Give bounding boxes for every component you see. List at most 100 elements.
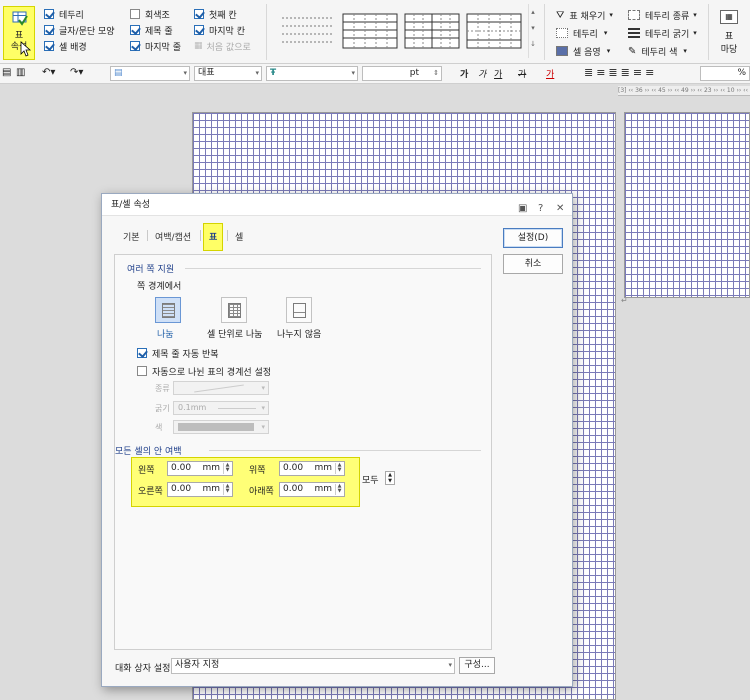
border-color-button[interactable]: ✎ 테두리 색 ▾ (628, 42, 697, 60)
check-last-col[interactable]: 마지막 칸 (194, 22, 251, 38)
auto-border-check[interactable]: 자동으로 나뉜 표의 경계선 설정 (137, 363, 271, 379)
align-icons[interactable]: ≣≡≣≣≡≡ (584, 66, 657, 79)
checkbox[interactable] (44, 41, 54, 51)
split-option-by-cell[interactable] (221, 297, 247, 323)
margin-bottom-input[interactable]: 0.00 mm ▲ ▼ (279, 482, 345, 497)
table-gallery-button[interactable]: ▦ 표 마당 (714, 8, 744, 60)
fill-bucket-icon: ⛛ (556, 9, 565, 21)
style-select[interactable]: ▤ ▾ (110, 66, 190, 81)
font-icon: Ŧ (270, 68, 277, 78)
italic-button[interactable]: 가 (478, 67, 486, 80)
reset-default[interactable]: ▦ 처음 값으로 (194, 38, 251, 54)
check-border[interactable]: 테두리 (44, 6, 115, 22)
redo-icon[interactable]: ↷▾ (70, 67, 83, 78)
checkbox[interactable] (130, 25, 140, 35)
all-margins-label: 모두 (362, 476, 379, 486)
chevron-down-icon: ▾ (261, 404, 265, 412)
border-type-button[interactable]: 테두리 종류 ▾ (628, 6, 697, 24)
spin-icon[interactable]: ▲ ▼ (223, 463, 231, 474)
table-style-plain-icon[interactable] (280, 12, 336, 50)
spin-icon[interactable]: ▲ ▼ (223, 484, 231, 495)
checkbox[interactable] (137, 348, 147, 358)
zoom-input[interactable]: % (700, 66, 750, 81)
border-icon (556, 28, 568, 38)
split-option-by-cell-label: 셀 단위로 나눔 (207, 330, 263, 340)
divider (544, 4, 545, 60)
collapse-icon[interactable]: ▣ (518, 198, 527, 220)
table-style-grid3-icon[interactable] (466, 12, 522, 50)
bold-button[interactable]: 가 (460, 67, 468, 80)
repeat-header-check[interactable]: 제목 줄 자동 반복 (137, 345, 219, 361)
check-grayscale[interactable]: 회색조 (130, 6, 181, 22)
undo-icon[interactable]: ↶▾ (42, 67, 55, 78)
checkbox[interactable] (44, 25, 54, 35)
margin-right-input[interactable]: 0.00 mm ▲ ▼ (167, 482, 233, 497)
border-button[interactable]: 테두리 ▾ (556, 24, 613, 42)
cancel-button[interactable]: 취소 (503, 254, 563, 274)
tab-margin-caption[interactable]: 여백/캡션 (155, 230, 191, 243)
chevron-down-icon: ▾ (609, 11, 613, 19)
border-weight-button[interactable]: 테두리 굵기 ▾ (628, 24, 697, 42)
border-type-select[interactable]: ▾ (173, 381, 269, 395)
document-table-right[interactable] (624, 112, 750, 298)
spin-icon[interactable]: ▲ ▼ (335, 484, 343, 495)
ribbon-checks-col1: 테두리 글자/문단 모양 셀 배경 (44, 6, 115, 54)
gallery-scroll[interactable]: ▴ ▾ ↓ (528, 4, 537, 58)
table-style-grid2-icon[interactable] (404, 12, 460, 50)
reset-icon: ▦ (194, 41, 203, 51)
check-first-col[interactable]: 첫째 칸 (194, 6, 251, 22)
tab-cell[interactable]: 셀 (235, 230, 243, 243)
font-size-input[interactable]: pt ⇕ (362, 66, 442, 81)
margin-top-label: 위쪽 (249, 466, 266, 476)
divider (708, 4, 709, 60)
save-icon[interactable]: ▤ (2, 67, 11, 78)
check-last-row[interactable]: 마지막 줄 (130, 38, 181, 54)
dialog-settings-select[interactable]: 사용자 지정 ▾ (171, 658, 455, 674)
table-fill-button[interactable]: ⛛ 표 채우기 ▾ (556, 6, 613, 24)
underline-button[interactable]: 가 (494, 67, 502, 80)
configure-button[interactable]: 구성... (459, 657, 495, 674)
divider (200, 230, 201, 241)
border-color-select[interactable]: ▾ (173, 420, 269, 434)
check-char-para[interactable]: 글자/문단 모양 (44, 22, 115, 38)
ok-button[interactable]: 설정(D) (503, 228, 563, 248)
margin-left-input[interactable]: 0.00 mm ▲ ▼ (167, 461, 233, 476)
checkbox[interactable] (44, 9, 54, 19)
all-margins-spin[interactable]: ▲ ▼ (385, 471, 395, 485)
table-properties-button[interactable]: 표 속성 (3, 6, 35, 60)
table-style-grid-icon[interactable] (342, 12, 398, 50)
checkbox[interactable] (130, 9, 140, 19)
divider (227, 230, 228, 241)
dialog-titlebar: 표/셀 속성 ▣ ? ✕ (102, 194, 572, 216)
divider (209, 450, 481, 451)
checkbox[interactable] (137, 366, 147, 376)
close-icon[interactable]: ✕ (556, 198, 564, 220)
split-option-divide[interactable] (155, 297, 181, 323)
check-last-col-label: 마지막 칸 (209, 26, 245, 37)
font-color-button[interactable]: 가 (546, 67, 554, 80)
para-style-select[interactable]: 대표 ▾ (194, 66, 262, 81)
tab-table[interactable]: 표 (209, 230, 217, 243)
check-header-row-label: 제목 줄 (145, 26, 173, 37)
dialog-settings-label: 대화 상자 설정 (115, 664, 171, 674)
help-icon[interactable]: ? (538, 198, 543, 220)
border-weight-select[interactable]: 0.1mm ▾ (173, 401, 269, 415)
split-option-divide-label: 나눔 (157, 330, 174, 340)
check-cell-bg[interactable]: 셀 배경 (44, 38, 115, 54)
check-header-row[interactable]: 제목 줄 (130, 22, 181, 38)
print-icon[interactable]: ▥ (16, 67, 25, 78)
split-option-none[interactable] (286, 297, 312, 323)
margin-top-input[interactable]: 0.00 mm ▲ ▼ (279, 461, 345, 476)
font-select[interactable]: Ŧ ▾ (266, 66, 358, 81)
dialog-settings-value: 사용자 지정 (175, 660, 220, 670)
table-style-gallery[interactable]: ▴ ▾ ↓ (270, 4, 538, 58)
checkbox[interactable] (130, 41, 140, 51)
checkbox[interactable] (194, 25, 204, 35)
checkbox[interactable] (194, 9, 204, 19)
strike-button[interactable]: 가 (518, 67, 526, 80)
spin-icon[interactable]: ▲ ▼ (335, 463, 343, 474)
tab-basic[interactable]: 기본 (123, 230, 140, 243)
cell-shade-button[interactable]: 셀 음영 ▾ (556, 42, 613, 60)
border-type-label: 테두리 종류 (645, 11, 690, 22)
line-sample (218, 408, 256, 409)
